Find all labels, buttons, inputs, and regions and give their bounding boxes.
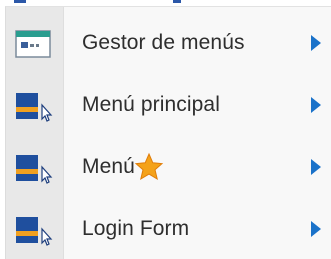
- menu-manager-icon: [15, 30, 51, 58]
- menu-item-main-menu[interactable]: Menú principal: [6, 75, 331, 137]
- top-edge-mark: [14, 0, 26, 3]
- menu-item-menu-manager[interactable]: Gestor de menús: [6, 13, 331, 75]
- menu-module-icon: [16, 155, 53, 184]
- menu-item-menu-starred[interactable]: Menú: [6, 137, 331, 199]
- menu-module-icon: [16, 93, 53, 122]
- menu-item-label: Gestor de menús: [82, 31, 245, 54]
- submenu-arrow-icon: [311, 221, 321, 237]
- menu-item-label: Login Form: [82, 217, 190, 240]
- submenu-arrow-icon: [311, 35, 321, 51]
- submenu-arrow-icon: [311, 97, 321, 113]
- menu-item-label: Menú principal: [82, 93, 220, 116]
- context-menu: Gestor de menús Menú principal Menú Logi…: [5, 6, 331, 259]
- submenu-arrow-icon: [311, 159, 321, 175]
- star-icon: [134, 152, 164, 181]
- menu-module-icon: [16, 217, 53, 246]
- menu-item-login-form[interactable]: Login Form: [6, 199, 331, 259]
- top-edge-mark: [173, 0, 181, 3]
- menu-item-label: Menú: [82, 155, 135, 178]
- screen: Gestor de menús Menú principal Menú Logi…: [0, 0, 331, 259]
